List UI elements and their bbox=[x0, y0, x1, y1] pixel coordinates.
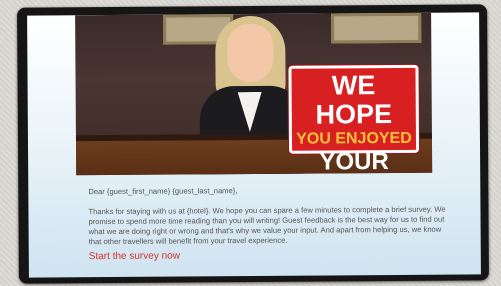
greeting-text: Dear {guest_first_name} {guest_last_name… bbox=[88, 186, 238, 197]
body-paragraph: Thanks for staying with us at {hotel}. W… bbox=[88, 204, 446, 247]
sign-line-2: YOU ENJOYED bbox=[296, 129, 412, 148]
hero-image: WE HOPE YOU ENJOYED YOUR STAY bbox=[75, 12, 433, 176]
screen-frame: WE HOPE YOU ENJOYED YOUR STAY Dear {gues… bbox=[17, 4, 489, 284]
sign-line-3: YOUR STAY bbox=[319, 148, 389, 176]
email-body: Dear {guest_first_name} {guest_last_name… bbox=[88, 185, 449, 263]
start-survey-link[interactable]: Start the survey now bbox=[89, 251, 180, 263]
hope-you-enjoyed-sign: WE HOPE YOU ENJOYED YOUR STAY bbox=[288, 64, 420, 175]
wall-painting-right bbox=[331, 12, 422, 44]
sign-line-1: WE HOPE bbox=[315, 70, 393, 130]
email-screen: WE HOPE YOU ENJOYED YOUR STAY Dear {gues… bbox=[27, 12, 481, 278]
